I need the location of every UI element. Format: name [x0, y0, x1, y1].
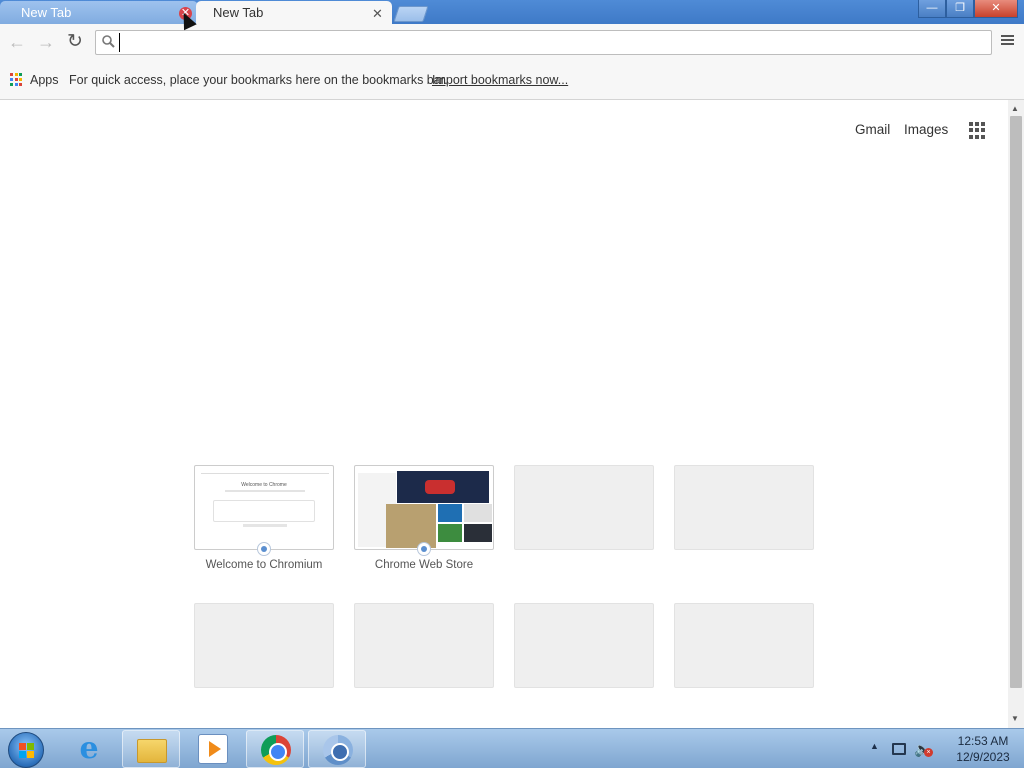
bookmarks-bar: Apps For quick access, place your bookma…	[0, 61, 1024, 100]
chrome-icon	[261, 735, 291, 765]
restore-button[interactable]: ❐	[946, 0, 974, 18]
close-window-button[interactable]: ✕	[974, 0, 1018, 18]
taskbar-internet-explorer[interactable]: e	[60, 730, 118, 768]
windows-taskbar: e ▲ 🔈 × 12:53 AM 12/9/2023	[0, 728, 1024, 768]
bookmarks-hint-text: For quick access, place your bookmarks h…	[69, 73, 448, 87]
empty-tile	[514, 465, 654, 550]
search-icon	[101, 34, 117, 50]
chrome-menu-button[interactable]	[999, 33, 1017, 51]
chromium-favicon-icon	[257, 542, 271, 556]
browser-toolbar: ← → ↻	[0, 24, 1024, 61]
tab-new-tab-2[interactable]: New Tab ✕	[196, 1, 392, 26]
empty-tile	[194, 603, 334, 688]
scroll-down-icon[interactable]: ▼	[1011, 714, 1019, 723]
clock-date: 12/9/2023	[956, 750, 1010, 764]
chromium-icon	[323, 735, 353, 765]
apps-shortcut[interactable]: Apps	[30, 73, 59, 87]
gmail-link[interactable]: Gmail	[855, 122, 890, 137]
empty-tile	[514, 603, 654, 688]
new-tab-page: Gmail Images Welcome to Chrome Welcome t…	[0, 100, 1008, 728]
back-button[interactable]: ←	[7, 32, 27, 52]
import-bookmarks-link[interactable]: Import bookmarks now...	[432, 73, 568, 87]
forward-button[interactable]: →	[36, 32, 56, 52]
vertical-scrollbar[interactable]: ▲ ▼	[1008, 100, 1024, 728]
empty-tile	[674, 603, 814, 688]
scroll-up-icon[interactable]: ▲	[1011, 104, 1019, 113]
clock-time: 12:53 AM	[957, 734, 1009, 748]
thumbnail-title: Welcome to Chrome	[241, 482, 287, 488]
minimize-button[interactable]: —	[918, 0, 946, 18]
most-visited-tile[interactable]	[354, 465, 494, 550]
new-tab-button[interactable]	[393, 6, 429, 22]
system-tray: ▲ 🔈 × 12:53 AM 12/9/2023	[866, 729, 1024, 768]
scrollbar-thumb[interactable]	[1010, 116, 1022, 688]
taskbar-windows-explorer[interactable]	[122, 730, 180, 768]
google-apps-icon[interactable]	[969, 122, 986, 139]
web-store-favicon-icon	[417, 542, 431, 556]
taskbar-chromium[interactable]	[308, 730, 366, 768]
windows-explorer-icon	[137, 739, 167, 763]
tile-title[interactable]: Welcome to Chromium	[184, 559, 344, 571]
browser-title-bar: New Tab ✕ New Tab ✕ — ❐ ✕	[0, 0, 1024, 26]
tab-close-icon[interactable]: ✕	[371, 7, 384, 20]
network-icon[interactable]	[892, 743, 906, 755]
window-controls: — ❐ ✕	[918, 0, 1018, 18]
start-button[interactable]	[8, 732, 44, 768]
empty-tile	[674, 465, 814, 550]
tab-label: New Tab	[21, 5, 72, 20]
apps-grid-icon[interactable]	[10, 73, 23, 86]
tab-label: New Tab	[213, 5, 264, 20]
taskbar-chrome[interactable]	[246, 730, 304, 768]
reload-button[interactable]: ↻	[65, 32, 85, 52]
empty-tile	[354, 603, 494, 688]
media-player-icon	[198, 734, 228, 764]
internet-explorer-icon: e	[79, 731, 99, 766]
tab-new-tab-1[interactable]: New Tab ✕	[0, 1, 198, 26]
taskbar-media-player[interactable]	[184, 730, 242, 768]
volume-muted-icon: ×	[924, 748, 933, 757]
taskbar-clock[interactable]: 12:53 AM 12/9/2023	[944, 733, 1022, 765]
show-hidden-icons-icon[interactable]: ▲	[870, 741, 879, 751]
omnibox[interactable]	[95, 30, 992, 55]
omnibox-input[interactable]	[119, 33, 979, 52]
tile-title[interactable]: Chrome Web Store	[344, 559, 504, 571]
images-link[interactable]: Images	[904, 122, 948, 137]
most-visited-tile[interactable]: Welcome to Chrome	[194, 465, 334, 550]
